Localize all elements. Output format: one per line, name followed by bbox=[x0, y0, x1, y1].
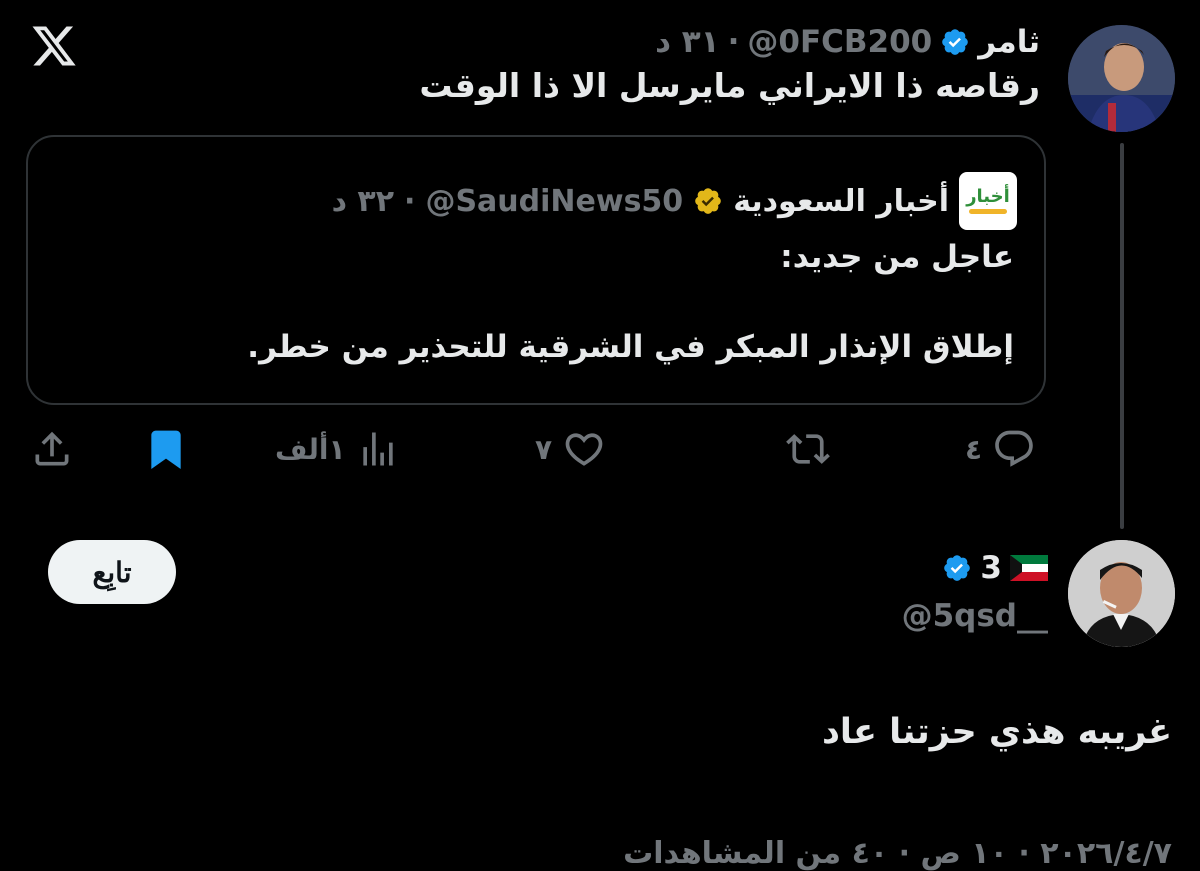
like-count: ٧ bbox=[535, 432, 553, 466]
avatar[interactable] bbox=[1068, 25, 1175, 132]
quoted-text-line1: عاجل من جديد: bbox=[780, 239, 1014, 275]
reply-author-handle[interactable]: @5qsd__ bbox=[902, 598, 1048, 634]
quoted-avatar: أخبار bbox=[959, 172, 1017, 230]
share-button[interactable] bbox=[30, 427, 74, 471]
tweet-time[interactable]: ٣١ د bbox=[655, 24, 720, 60]
separator-dot: · bbox=[727, 24, 740, 60]
x-logo-icon[interactable] bbox=[30, 22, 78, 70]
reply-avatar[interactable] bbox=[1068, 540, 1175, 647]
reply-icon bbox=[995, 430, 1033, 467]
reply-header: 3 bbox=[942, 550, 1048, 586]
quoted-separator: · bbox=[404, 183, 416, 219]
quoted-time: ٣٢ د bbox=[331, 183, 395, 219]
views-count: ١ألف bbox=[275, 432, 346, 466]
tweet-text: رقاصه ذا الايراني مايرسل الا ذا الوقت bbox=[419, 66, 1040, 105]
heart-icon bbox=[565, 433, 603, 466]
author-handle[interactable]: @0FCB200 bbox=[747, 24, 932, 60]
quoted-tweet-card[interactable]: ٣٢ د · @SaudiNews50 أخبار السعودية أخبار… bbox=[26, 135, 1046, 405]
retweet-icon bbox=[786, 434, 830, 464]
quoted-text-line2: إطلاق الإنذار المبكر في الشرقية للتحذير … bbox=[247, 329, 1014, 365]
bookmark-filled-icon bbox=[151, 430, 181, 470]
follow-button[interactable]: تابِع bbox=[48, 540, 176, 604]
avatar-photo-icon bbox=[1068, 25, 1175, 132]
quoted-handle: @SaudiNews50 bbox=[425, 183, 684, 219]
author-name[interactable]: ثامر bbox=[978, 24, 1040, 60]
verified-badge-icon bbox=[944, 555, 971, 581]
logo-swoosh-icon bbox=[969, 209, 1007, 214]
bookmark-button[interactable] bbox=[144, 427, 188, 471]
reply-meta: ٢٠٢٦/٤/٧ · ١٠ ص · ٤٠ من المشاهدات bbox=[623, 836, 1172, 871]
gold-verified-badge-icon bbox=[695, 188, 721, 214]
views-button[interactable]: ١ألف bbox=[275, 427, 400, 471]
kuwait-flag-icon bbox=[1010, 555, 1048, 581]
views-chart-icon bbox=[362, 432, 393, 466]
like-button[interactable]: ٧ bbox=[535, 427, 606, 471]
quoted-author-name: أخبار السعودية bbox=[733, 183, 949, 219]
reply-text: غريبه هذي حزتنا عاد bbox=[821, 712, 1172, 752]
retweet-button[interactable] bbox=[786, 427, 840, 471]
quoted-avatar-logo-text: أخبار bbox=[966, 186, 1010, 207]
tweet-header: ثامر @0FCB200 · ٣١ د bbox=[655, 20, 1040, 64]
verified-badge-icon bbox=[942, 29, 969, 55]
quoted-tweet-header: ٣٢ د · @SaudiNews50 أخبار السعودية أخبار bbox=[332, 172, 1017, 230]
avatar-photo-icon bbox=[1068, 540, 1175, 647]
reply-button[interactable]: ٤ bbox=[965, 427, 1036, 471]
thread-line bbox=[1120, 143, 1124, 529]
reply-count: ٤ bbox=[965, 432, 983, 466]
share-icon bbox=[35, 431, 69, 466]
reply-author-name[interactable]: 3 bbox=[980, 550, 1002, 586]
